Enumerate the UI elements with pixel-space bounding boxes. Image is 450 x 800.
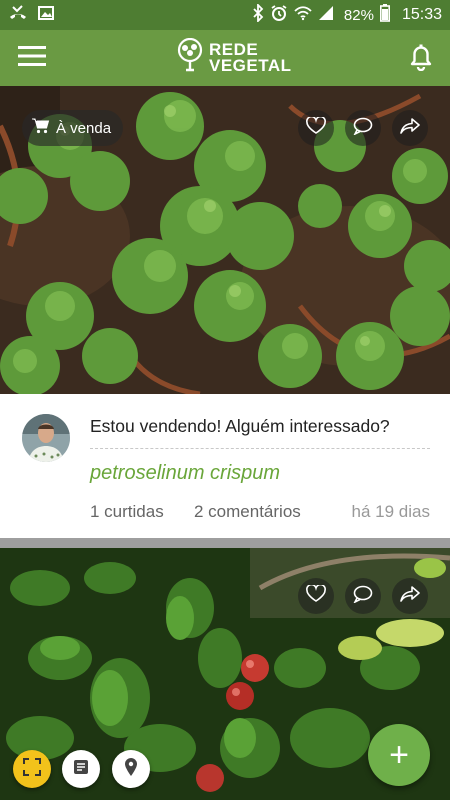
wifi-icon xyxy=(294,5,312,25)
comment-button-2[interactable] xyxy=(345,578,381,614)
bluetooth-icon xyxy=(252,2,264,26)
like-button-2[interactable] xyxy=(298,578,334,614)
post-info: Estou vendendo! Alguém interessado? petr… xyxy=(0,394,450,538)
add-post-button[interactable]: + xyxy=(368,724,430,786)
likes-count[interactable]: 1 curtidas xyxy=(90,502,164,522)
signal-icon xyxy=(318,5,334,25)
app-logo: REDE VEGETAL xyxy=(175,37,292,77)
scan-icon xyxy=(23,757,41,781)
clock: 15:33 xyxy=(401,6,442,23)
battery-percent: 82% xyxy=(343,6,374,24)
menu-button[interactable] xyxy=(0,30,64,86)
comment-icon xyxy=(353,585,373,608)
share-icon xyxy=(400,585,420,608)
list-icon xyxy=(73,759,89,780)
species-name[interactable]: petroselinum crispum xyxy=(90,462,280,485)
list-button[interactable] xyxy=(62,750,100,788)
alarm-icon xyxy=(270,4,288,26)
status-bar: 82% 15:33 xyxy=(0,0,450,30)
share-button[interactable] xyxy=(392,110,428,146)
comment-button[interactable] xyxy=(345,110,381,146)
notifications-button[interactable] xyxy=(404,42,438,76)
share-icon xyxy=(400,117,420,140)
location-pin-icon xyxy=(124,757,138,782)
map-button[interactable] xyxy=(112,750,150,788)
tree-logo-icon xyxy=(175,37,205,77)
divider xyxy=(90,448,430,449)
logo-line2: VEGETAL xyxy=(209,55,292,75)
post-title[interactable]: Estou vendendo! Alguém interessado? xyxy=(90,416,390,437)
plus-icon: + xyxy=(389,735,409,774)
phone-missed-icon xyxy=(8,5,28,25)
for-sale-chip: À venda xyxy=(22,110,124,146)
cart-icon xyxy=(32,118,50,138)
heart-icon xyxy=(306,115,326,140)
app-bar: REDE VEGETAL xyxy=(0,30,450,86)
post-time: há 19 dias xyxy=(351,502,430,521)
share-button-2[interactable] xyxy=(392,578,428,614)
comment-icon xyxy=(353,117,373,140)
comments-count[interactable]: 2 comentários xyxy=(194,502,301,522)
like-button[interactable] xyxy=(298,110,334,146)
avatar[interactable] xyxy=(22,414,70,462)
scan-button[interactable] xyxy=(13,750,51,788)
post-card[interactable]: À venda Estou vendendo! Alguém interessa… xyxy=(0,86,450,538)
heart-icon xyxy=(306,583,326,608)
bell-icon xyxy=(408,43,434,76)
for-sale-label: À venda xyxy=(56,119,112,137)
menu-icon xyxy=(18,45,46,72)
battery-icon xyxy=(379,4,390,26)
image-icon xyxy=(38,5,54,25)
